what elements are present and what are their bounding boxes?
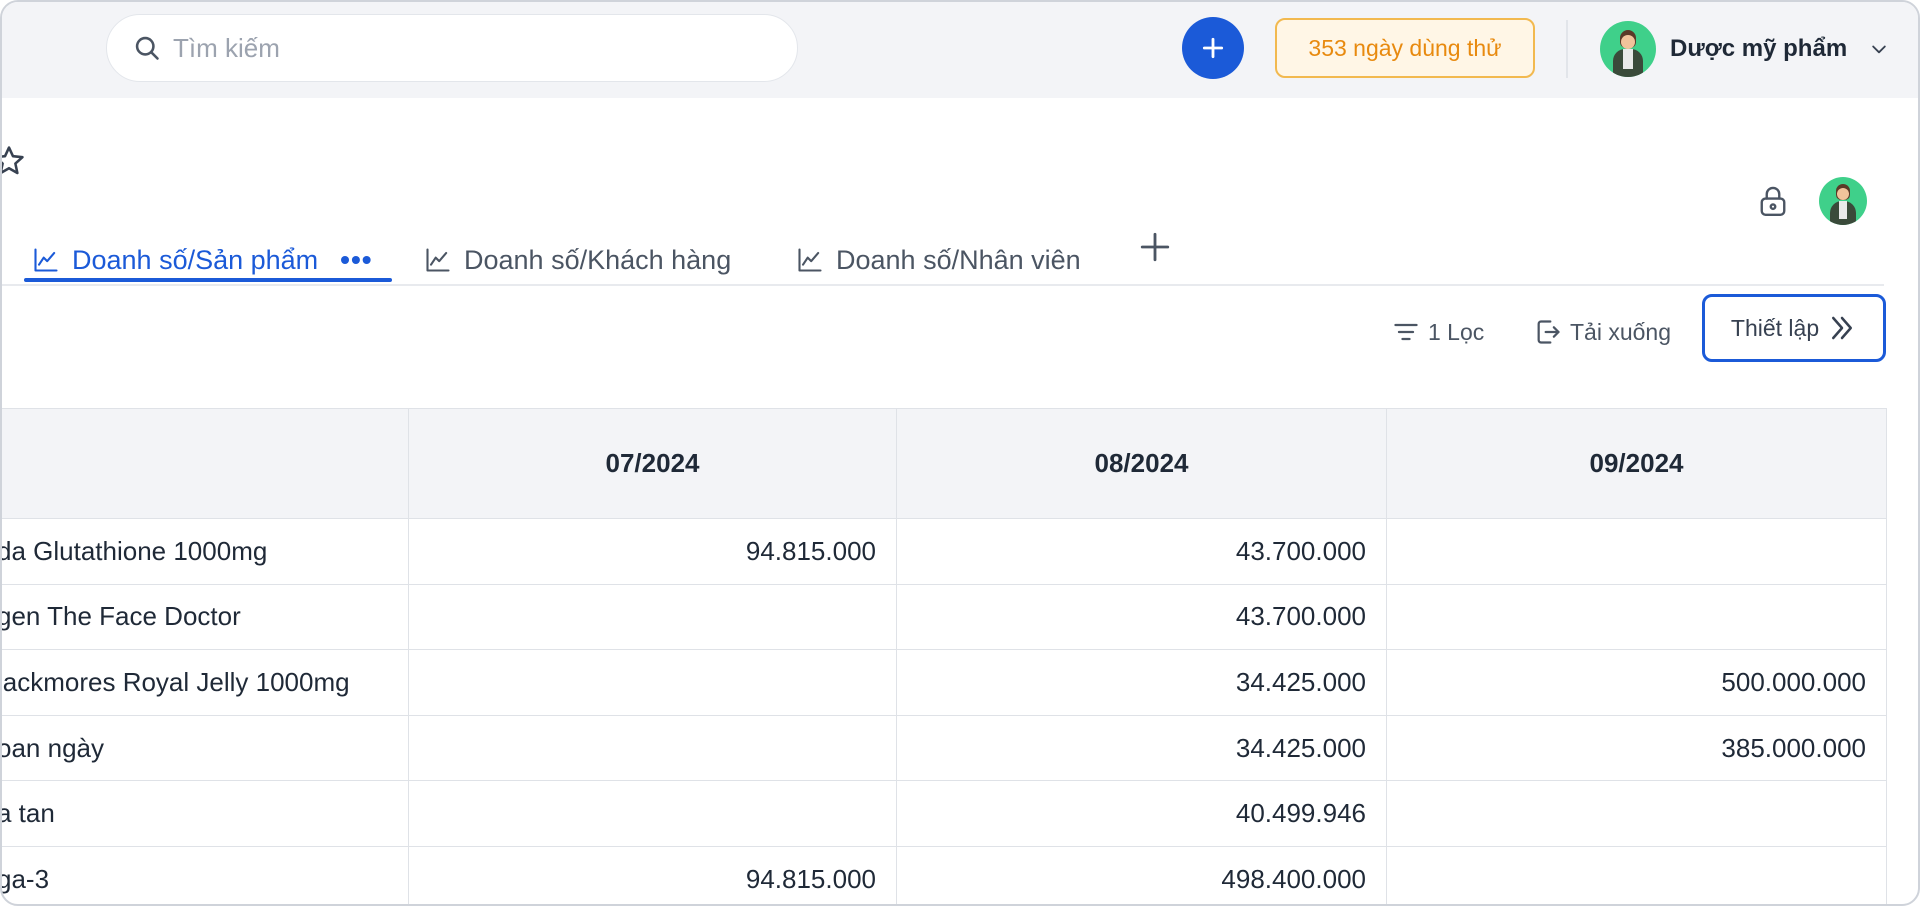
- plus-icon: [1202, 37, 1224, 59]
- report-table: 07/2024 08/2024 09/2024 da Glutathione 1…: [2, 408, 1887, 904]
- download-label: Tải xuống: [1570, 318, 1672, 345]
- search-box[interactable]: [106, 14, 798, 82]
- user-menu[interactable]: Dược mỹ phẩm: [1600, 19, 1889, 79]
- product-name-cell: a tan: [2, 780, 409, 847]
- shared-user-avatar[interactable]: [1819, 177, 1867, 225]
- report-tabs: Doanh số/Sản phẩm ••• Doanh số/Khách hàn…: [2, 224, 1884, 286]
- value-cell: [1386, 583, 1887, 651]
- value-cell: 34.425.000: [896, 649, 1387, 716]
- value-cell: [408, 714, 897, 782]
- table-row: a tan 40.499.946: [2, 780, 1887, 847]
- filter-label: 1 Lọc: [1428, 318, 1485, 345]
- value-cell: [1386, 518, 1887, 585]
- star-icon[interactable]: [0, 144, 26, 178]
- search-icon: [135, 36, 159, 60]
- tab-label: Doanh số/Khách hàng: [464, 244, 732, 275]
- create-button[interactable]: [1182, 17, 1244, 79]
- filter-button[interactable]: 1 Lọc: [1392, 310, 1484, 354]
- download-button[interactable]: Tải xuống: [1534, 310, 1671, 354]
- active-tab-indicator: [24, 278, 392, 282]
- header-divider: [1566, 20, 1568, 78]
- tab-doanh-so-khach-hang[interactable]: Doanh số/Khách hàng: [424, 234, 731, 286]
- table-row: da Glutathione 1000mg 94.815.000 43.700.…: [2, 518, 1887, 585]
- column-header: [2, 408, 409, 519]
- top-bar: 353 ngày dùng thử Dược mỹ phẩm: [2, 2, 1918, 98]
- tab-label: Doanh số/Sản phẩm: [72, 244, 319, 275]
- chevron-down-icon: [1872, 45, 1886, 54]
- setup-button[interactable]: Thiết lập: [1702, 294, 1886, 362]
- column-header: 09/2024: [1386, 408, 1887, 519]
- chart-line-icon: [34, 248, 58, 272]
- value-cell: 34.425.000: [896, 714, 1387, 782]
- product-name-cell: oan ngày: [2, 714, 409, 782]
- product-name-cell: da Glutathione 1000mg: [2, 518, 409, 585]
- value-cell: 500.000.000: [1386, 649, 1887, 716]
- table-row: lackmores Royal Jelly 1000mg 34.425.000 …: [2, 649, 1887, 716]
- value-cell: 498.400.000: [896, 845, 1387, 904]
- value-cell: 40.499.946: [896, 780, 1387, 847]
- table-row: gen The Face Doctor 43.700.000: [2, 583, 1887, 651]
- chart-line-icon: [426, 248, 450, 272]
- trial-badge[interactable]: 353 ngày dùng thử: [1275, 18, 1535, 78]
- table-row: oan ngày 34.425.000 385.000.000: [2, 714, 1887, 782]
- value-cell: [408, 649, 897, 716]
- value-cell: [408, 583, 897, 651]
- column-header: 08/2024: [896, 408, 1387, 519]
- product-name-cell: gen The Face Doctor: [2, 583, 409, 651]
- add-tab-icon[interactable]: [1138, 230, 1172, 264]
- value-cell: [1386, 845, 1887, 904]
- avatar: [1600, 21, 1656, 77]
- value-cell: 43.700.000: [896, 583, 1387, 651]
- value-cell: [1386, 780, 1887, 847]
- search-input[interactable]: [173, 32, 773, 64]
- setup-label: Thiết lập: [1730, 314, 1820, 341]
- tab-more-icon[interactable]: •••: [340, 246, 372, 274]
- product-name-cell: ga-3: [2, 845, 409, 904]
- product-name-cell: lackmores Royal Jelly 1000mg: [2, 649, 409, 716]
- lock-icon[interactable]: [1758, 184, 1788, 218]
- column-header: 07/2024: [408, 408, 897, 519]
- table-row: ga-3 94.815.000 498.400.000: [2, 845, 1887, 904]
- value-cell: 94.815.000: [408, 845, 897, 904]
- filter-icon: [1394, 323, 1418, 341]
- export-icon: [1537, 320, 1560, 344]
- tab-label: Doanh số/Nhân viên: [836, 244, 1081, 275]
- tab-doanh-so-nhan-vien[interactable]: Doanh số/Nhân viên: [796, 234, 1081, 286]
- table-header-row: 07/2024 08/2024 09/2024: [2, 408, 1887, 519]
- app-window: 353 ngày dùng thử Dược mỹ phẩm Doanh: [0, 0, 1920, 906]
- chart-line-icon: [798, 248, 822, 272]
- user-name: Dược mỹ phẩm: [1670, 35, 1848, 62]
- double-chevron-right-icon: [1832, 316, 1853, 340]
- value-cell: 94.815.000: [408, 518, 897, 585]
- value-cell: 43.700.000: [896, 518, 1387, 585]
- value-cell: 385.000.000: [1386, 714, 1887, 782]
- value-cell: [408, 780, 897, 847]
